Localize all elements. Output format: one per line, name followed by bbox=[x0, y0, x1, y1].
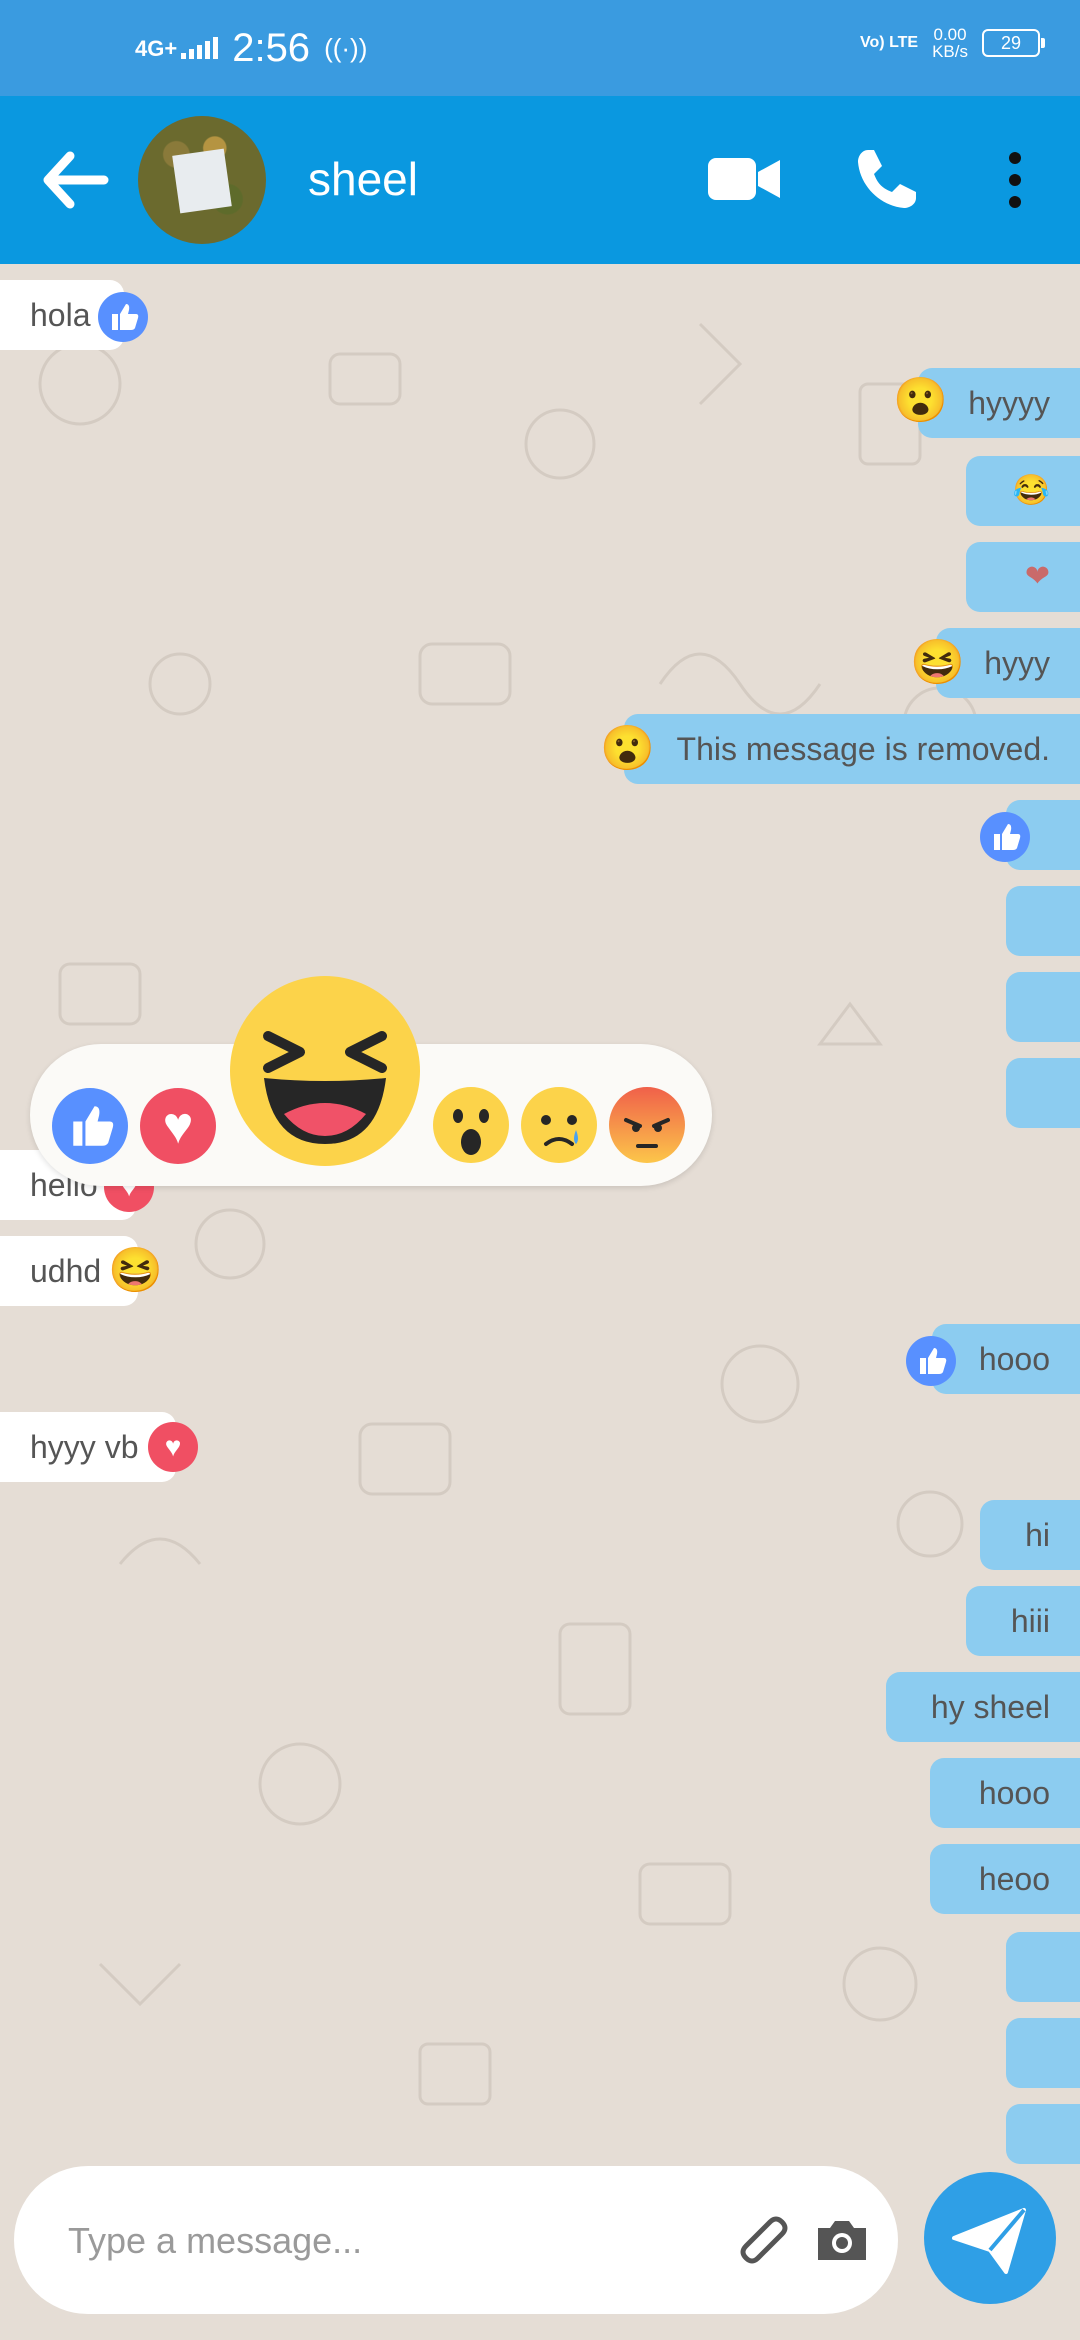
reaction-picker: ♥ bbox=[30, 976, 712, 1186]
reaction-option-love[interactable]: ♥ bbox=[140, 1088, 216, 1164]
volte-indicator: Vo) LTE bbox=[860, 34, 919, 51]
reaction-option-wow[interactable] bbox=[432, 1086, 510, 1164]
message-bubble-outgoing[interactable] bbox=[1006, 886, 1080, 956]
message-text: hyyyy bbox=[968, 385, 1050, 421]
arrow-left-icon bbox=[43, 151, 109, 209]
message-text: hi bbox=[1025, 1517, 1050, 1553]
reaction-option-sad[interactable] bbox=[520, 1086, 598, 1164]
message-text: hooo bbox=[978, 1341, 1050, 1377]
reaction-haha: 😆 bbox=[910, 638, 965, 687]
doodle-background bbox=[38, 322, 978, 2106]
message-text: hy sheel bbox=[930, 1689, 1050, 1725]
message-bubble-outgoing[interactable]: hi bbox=[980, 1500, 1080, 1570]
message-input[interactable] bbox=[66, 2210, 710, 2272]
network-speed: 0.00 KB/s bbox=[932, 26, 968, 60]
heart-icon: ♥ bbox=[162, 1097, 194, 1155]
reaction-option-haha[interactable] bbox=[228, 974, 422, 1168]
message-text: hiii bbox=[1010, 1603, 1050, 1639]
clock: 2:56 bbox=[232, 25, 311, 70]
message-bubble-outgoing[interactable]: 😂 bbox=[966, 456, 1080, 526]
surprised-face-icon bbox=[433, 1087, 509, 1163]
send-button[interactable] bbox=[924, 2172, 1056, 2304]
message-text: hola bbox=[30, 297, 91, 333]
reaction-like bbox=[906, 1336, 956, 1386]
contact-avatar[interactable] bbox=[138, 116, 266, 244]
message-text: ❤ bbox=[1024, 560, 1050, 593]
voice-call-button[interactable] bbox=[854, 146, 920, 212]
reaction-wow: 😮 bbox=[600, 724, 655, 773]
message-text: udhd bbox=[30, 1253, 102, 1289]
message-text: 😂 bbox=[1012, 474, 1050, 507]
message-composer bbox=[14, 2166, 898, 2314]
thumbs-up-icon bbox=[112, 304, 139, 330]
network-indicator: 4G+ bbox=[135, 36, 219, 61]
speed-unit: KB/s bbox=[932, 42, 968, 61]
camera-icon bbox=[818, 2221, 866, 2260]
thumbs-up-icon bbox=[920, 1348, 947, 1374]
message-bubble-outgoing[interactable]: hooo bbox=[930, 1758, 1080, 1828]
message-bubble-outgoing[interactable]: hiii bbox=[966, 1586, 1080, 1656]
thumbs-up-icon bbox=[994, 824, 1021, 850]
reaction-wow: 😮 bbox=[893, 376, 948, 425]
speed-value: 0.00 bbox=[933, 25, 967, 44]
message-text: hyyy bbox=[984, 645, 1050, 681]
video-call-icon bbox=[708, 158, 780, 200]
message-bubble-outgoing[interactable]: hy sheel bbox=[886, 1672, 1080, 1742]
message-bubble-outgoing[interactable] bbox=[1006, 2018, 1080, 2088]
thumbs-up-icon bbox=[73, 1106, 114, 1146]
message-bubble-outgoing[interactable]: ❤ bbox=[966, 542, 1080, 612]
message-bubble-outgoing[interactable] bbox=[1006, 972, 1080, 1042]
laughing-face-icon bbox=[230, 976, 420, 1166]
message-bubble-outgoing[interactable]: heoo bbox=[930, 1844, 1080, 1914]
send-icon bbox=[952, 2208, 1026, 2274]
hotspot-icon: ((·)) bbox=[324, 32, 368, 63]
more-options-button[interactable] bbox=[1000, 148, 1030, 212]
contact-name[interactable]: sheel bbox=[308, 152, 418, 206]
video-call-button[interactable] bbox=[706, 154, 782, 204]
battery-icon: 29 bbox=[982, 29, 1045, 57]
paperclip-icon bbox=[740, 2216, 788, 2264]
sad-face-icon bbox=[521, 1087, 597, 1163]
reaction-love: ♥ bbox=[148, 1422, 198, 1472]
camera-button[interactable] bbox=[814, 2212, 870, 2268]
more-vertical-icon bbox=[1009, 152, 1021, 208]
message-bubble-outgoing[interactable] bbox=[1006, 1058, 1080, 1128]
message-text: hyyy vb bbox=[30, 1429, 139, 1465]
message-bubble-outgoing[interactable] bbox=[1006, 2104, 1080, 2164]
phone-icon bbox=[858, 150, 916, 208]
message-text: hooo bbox=[978, 1775, 1050, 1811]
message-bubble-outgoing[interactable] bbox=[1006, 1932, 1080, 2002]
angry-face-icon bbox=[609, 1087, 685, 1163]
back-button[interactable] bbox=[40, 148, 110, 212]
signal-icon bbox=[181, 37, 219, 59]
attach-button[interactable] bbox=[730, 2208, 794, 2272]
reaction-haha: 😆 bbox=[108, 1246, 163, 1295]
message-bubble-outgoing[interactable]: This message is removed. bbox=[624, 714, 1080, 784]
reaction-like bbox=[98, 292, 148, 342]
message-list[interactable]: hola hyyyy 😮 😂 ❤ hyyy 😆 This message is … bbox=[0, 264, 1080, 2164]
reaction-like bbox=[980, 812, 1030, 862]
message-text: heoo bbox=[978, 1861, 1050, 1897]
chat-header: sheel bbox=[0, 96, 1080, 264]
reaction-option-like[interactable] bbox=[52, 1088, 128, 1164]
message-text: This message is removed. bbox=[676, 731, 1050, 767]
network-type: 4G+ bbox=[135, 36, 178, 61]
status-bar: 4G+ 2:56 ((·)) Vo) LTE 0.00 KB/s 29 bbox=[0, 0, 1080, 96]
reaction-option-angry[interactable] bbox=[608, 1086, 686, 1164]
